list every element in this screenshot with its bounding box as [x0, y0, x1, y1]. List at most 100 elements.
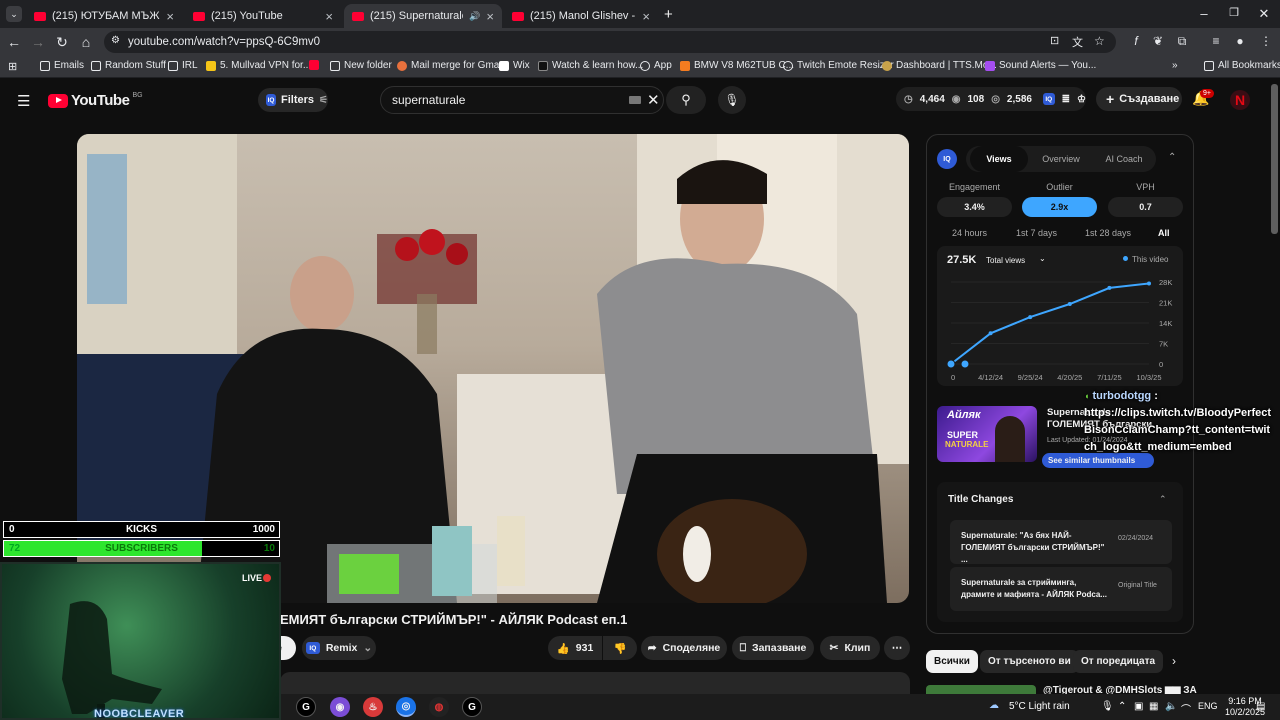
- more-bookmarks-icon[interactable]: »: [1172, 60, 1178, 71]
- close-tab-icon[interactable]: ×: [642, 9, 650, 24]
- page-scrollbar[interactable]: [1271, 84, 1278, 234]
- event-marker-icon[interactable]: [946, 359, 956, 369]
- hamburger-menu-icon[interactable]: ☰: [17, 92, 30, 110]
- bookmark-item[interactable]: [309, 60, 319, 70]
- keyboard-icon[interactable]: [629, 96, 641, 104]
- trophy-icon[interactable]: ♔: [1077, 94, 1086, 105]
- tray-icon[interactable]: ▣: [1134, 701, 1143, 712]
- bookmark-item[interactable]: App: [640, 60, 672, 71]
- bookmark-item[interactable]: Watch & learn how...: [538, 60, 643, 71]
- bookmark-item[interactable]: Random Stuff: [91, 60, 166, 71]
- extensions-icon[interactable]: ⧉: [1174, 34, 1190, 49]
- address-bar[interactable]: ⚙ youtube.com/watch?v=ppsQ-6C9mv0 ⊡ 文 ☆: [104, 31, 1116, 53]
- clip-button[interactable]: ✂ Клип: [820, 636, 880, 660]
- create-button[interactable]: + Създаване: [1096, 87, 1182, 111]
- bookmark-star-icon[interactable]: ☆: [1094, 34, 1105, 48]
- similar-video-thumbnail[interactable]: Айляк SUPER NATURALE: [937, 406, 1037, 462]
- close-tab-icon[interactable]: ×: [486, 9, 494, 24]
- tray-icon[interactable]: ⌒: [1181, 701, 1191, 716]
- all-bookmarks[interactable]: All Bookmarks: [1204, 60, 1280, 71]
- collapse-icon[interactable]: ⌃: [1168, 152, 1176, 163]
- bookmark-item[interactable]: New folder: [330, 60, 392, 71]
- save-button[interactable]: ⎕ Запазване: [732, 636, 814, 660]
- site-info-icon[interactable]: ⚙: [111, 35, 120, 46]
- share-button[interactable]: ➦ Споделяне: [641, 636, 727, 660]
- data-point[interactable]: [988, 331, 993, 336]
- collapse-icon[interactable]: ⌃: [1159, 494, 1167, 505]
- tray-icon[interactable]: ⌃: [1118, 701, 1126, 712]
- avatar[interactable]: N: [1230, 90, 1250, 110]
- data-point[interactable]: [1147, 281, 1151, 286]
- more-actions-button[interactable]: ⋯: [884, 636, 910, 660]
- bookmark-item[interactable]: Dashboard | TTS.Mo...: [882, 60, 997, 71]
- profile-icon[interactable]: ●: [1232, 34, 1248, 48]
- browser-tab[interactable]: (215) Manol Glishev - YouTube ×: [504, 4, 658, 28]
- tab-search-icon[interactable]: ⌄: [6, 6, 22, 22]
- browser-tab[interactable]: (215) ЮТУБАМ МЪЖКА КОЛА ×: [26, 4, 182, 28]
- vidiq-stats[interactable]: ◷ 4,464 ◉ 108 ◎ 2,586 IQ ≣ ♔: [896, 87, 1086, 111]
- list-icon[interactable]: ≣: [1062, 94, 1070, 105]
- forward-icon[interactable]: →: [30, 34, 46, 50]
- bookmark-item[interactable]: IRL: [168, 60, 198, 71]
- bookmark-item[interactable]: Twitch Emote Resizer: [783, 60, 894, 71]
- minimize-icon[interactable]: –: [1194, 6, 1214, 21]
- remix-button[interactable]: IQ Remix ⌄: [302, 636, 376, 660]
- data-point[interactable]: [1067, 301, 1072, 306]
- reading-list-icon[interactable]: ≡: [1208, 34, 1224, 48]
- range-24-hours[interactable]: 24 hours: [952, 228, 987, 238]
- browser-menu-icon[interactable]: ⋮: [1258, 34, 1274, 48]
- reload-icon[interactable]: ↻: [54, 34, 70, 51]
- restore-icon[interactable]: ❐: [1224, 6, 1244, 19]
- data-point[interactable]: [1028, 315, 1033, 320]
- bookmark-item[interactable]: Wix: [499, 60, 530, 71]
- dislike-button[interactable]: 👎: [603, 636, 637, 660]
- chip-all[interactable]: Всички: [926, 650, 978, 673]
- tab-views[interactable]: Views: [970, 146, 1028, 172]
- youtube-logo[interactable]: YouTube BG: [48, 92, 143, 109]
- microphone-tray-icon[interactable]: 🎙: [1101, 701, 1114, 712]
- taskbar-app-icon[interactable]: G: [296, 697, 316, 717]
- close-tab-icon[interactable]: ×: [325, 9, 333, 24]
- browser-tab[interactable]: (215) YouTube ×: [185, 4, 341, 28]
- new-tab-icon[interactable]: +: [664, 6, 673, 23]
- taskbar-app-icon[interactable]: ♨: [363, 697, 383, 717]
- notification-center-icon[interactable]: ▤: [1256, 701, 1265, 712]
- vidiq-icon[interactable]: IQ: [1042, 93, 1055, 105]
- search-button[interactable]: ⚲: [666, 86, 706, 114]
- home-icon[interactable]: ⌂: [78, 34, 94, 50]
- install-app-icon[interactable]: ⊡: [1050, 34, 1059, 47]
- browser-tab-active[interactable]: (215) Supernaturale: "Аз бя 🔊 ×: [344, 4, 502, 28]
- taskbar-app-icon[interactable]: ◉: [330, 697, 350, 717]
- back-icon[interactable]: ←: [6, 34, 22, 50]
- range-7-days[interactable]: 1st 7 days: [1016, 228, 1057, 238]
- chevron-right-icon[interactable]: ›: [1172, 654, 1176, 668]
- range-all[interactable]: All: [1158, 228, 1170, 238]
- extension-leaf-icon[interactable]: ❦: [1150, 34, 1166, 48]
- tab-overview[interactable]: Overview: [1032, 146, 1090, 172]
- language-indicator[interactable]: ENG: [1198, 701, 1218, 711]
- volume-icon[interactable]: 🔈: [1165, 701, 1177, 712]
- close-window-icon[interactable]: ✕: [1254, 6, 1274, 22]
- extension-f-icon[interactable]: f: [1128, 34, 1144, 48]
- bookmark-item[interactable]: Sound Alerts — You...: [985, 60, 1096, 71]
- data-point[interactable]: [1107, 285, 1112, 290]
- range-28-days[interactable]: 1st 28 days: [1085, 228, 1131, 238]
- taskbar-app-icon[interactable]: ◍: [429, 697, 449, 717]
- speaker-icon[interactable]: 🔊: [469, 11, 480, 22]
- search-input[interactable]: supernaturale ✕: [380, 86, 664, 114]
- bookmark-item[interactable]: Mail merge for Gma...: [397, 60, 508, 71]
- filters-button[interactable]: IQ Filters ⚟: [258, 88, 328, 112]
- event-marker-icon[interactable]: [960, 359, 970, 369]
- bookmark-item[interactable]: BMW V8 M62TUB C...: [680, 60, 794, 71]
- weather-text[interactable]: 5°C Light rain: [1009, 701, 1070, 712]
- chrome-taskbar-icon[interactable]: ◎: [396, 697, 416, 717]
- close-tab-icon[interactable]: ×: [166, 9, 174, 24]
- bookmark-item[interactable]: Emails: [40, 60, 84, 71]
- voice-search-button[interactable]: 🎙: [718, 86, 746, 114]
- bookmark-item[interactable]: 5. Mullvad VPN for...: [206, 60, 311, 71]
- tray-icon[interactable]: ▦: [1149, 701, 1158, 712]
- chip-from-series[interactable]: От поредицата: [1073, 650, 1164, 673]
- description-box[interactable]: [280, 672, 910, 694]
- chip-from-search[interactable]: От търсеното ви: [980, 650, 1079, 673]
- like-button[interactable]: 👍 931: [548, 636, 602, 660]
